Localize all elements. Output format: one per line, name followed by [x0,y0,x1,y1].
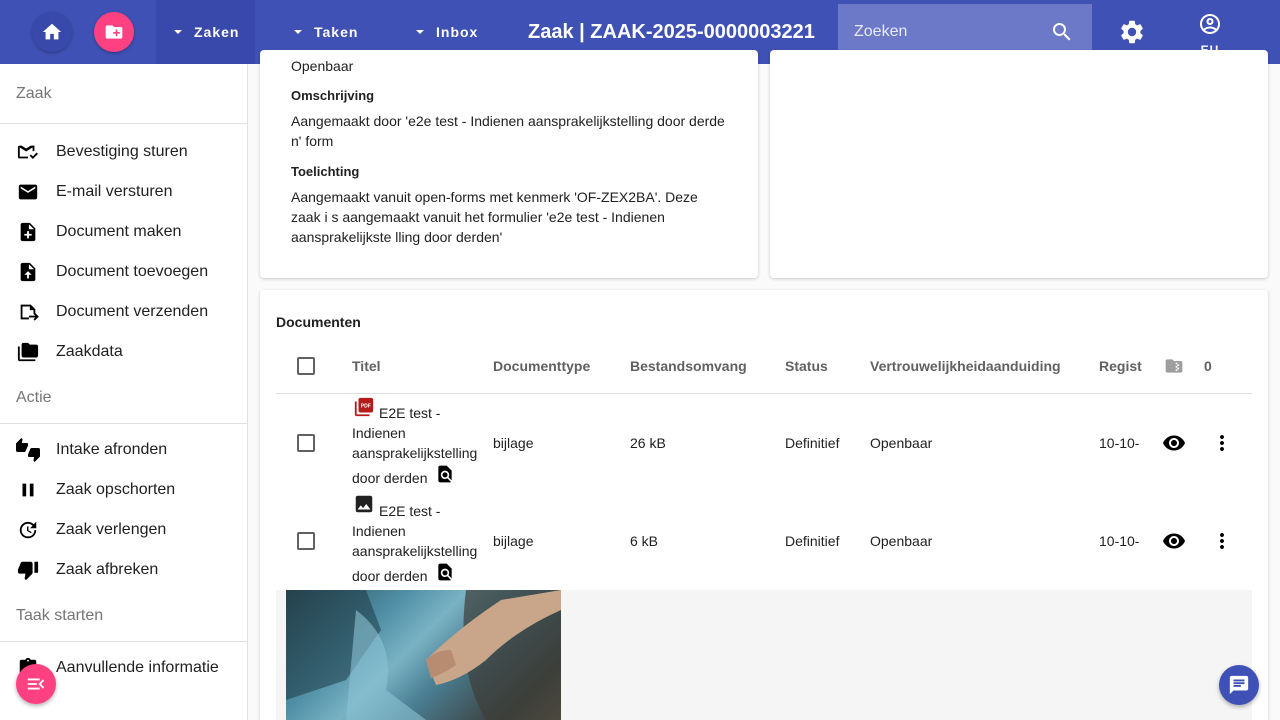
document-title[interactable]: E2E test - Indienen aansprakelijkstellin… [352,501,487,586]
folder-plus-icon [105,25,123,39]
more-vert-icon[interactable] [1210,431,1234,455]
documents-card: Documenten Titel Documenttype Bestandsom… [260,290,1268,720]
column-header-documenttype[interactable]: Documenttype [493,358,590,374]
search-input[interactable] [854,22,1034,41]
document-title-text: E2E test - Indienen aansprakelijkstellin… [352,405,478,486]
upload-file-icon [20,262,36,282]
document-send-icon [20,304,39,321]
document-confidentiality: Openbaar [870,435,933,451]
find-in-page-icon[interactable] [435,561,455,583]
column-header-registratiedatum[interactable]: Regist [1099,358,1142,374]
document-preview-area [276,590,1252,720]
email-icon [18,184,38,200]
caret-down-icon [416,30,424,34]
eye-icon[interactable] [1162,431,1186,455]
case-details-card-right [770,50,1268,278]
menu-zaken[interactable]: Zaken [156,0,255,64]
eye-icon[interactable] [1162,529,1186,553]
document-preview-image[interactable] [286,590,561,720]
notes-button[interactable] [1219,665,1259,705]
sidebar-item-zaak-verlengen[interactable]: Zaak verlengen [0,510,247,550]
sidebar-item-document-verzenden[interactable]: Document verzenden [0,292,247,332]
thumbs-up-down-icon [16,438,40,462]
omschrijving-label: Omschrijving [291,88,375,103]
sidebar-section-actie: Actie [0,372,247,424]
find-in-page-icon[interactable] [435,463,455,485]
document-date: 10-10- [1099,533,1140,549]
menu-taken-label: Taken [314,24,359,40]
folder-zip-icon[interactable] [1163,356,1185,376]
car-damage-photo [286,590,561,720]
document-title-text: E2E test - Indienen aansprakelijkstellin… [352,503,478,584]
note-add-icon [20,222,36,242]
caret-down-icon [174,30,182,34]
sidebar-item-label: Bevestiging sturen [56,143,188,160]
create-case-button[interactable] [94,12,134,52]
sidebar-item-bevestiging-sturen[interactable]: Bevestiging sturen [0,132,247,172]
toelichting-value: Aangemaakt vanuit open-forms met kenmerk… [291,189,698,245]
selected-count: 0 [1204,358,1212,374]
update-icon [19,521,37,539]
column-header-titel[interactable]: Titel [352,358,381,374]
menu-inbox-label: Inbox [436,24,479,40]
column-header-bestandsomvang[interactable]: Bestandsomvang [630,358,747,374]
sidebar-section-taak-starten: Taak starten [0,590,247,642]
omschrijving-value: Aangemaakt door 'e2e test - Indienen aan… [291,113,725,149]
column-header-vertrouwelijkheid[interactable]: Vertrouwelijkheidaanduiding [870,358,1061,374]
toggle-sidebar-button[interactable] [16,664,56,704]
documents-title: Documenten [276,314,361,330]
sidebar-item-label: Document maken [56,223,182,240]
sidebar-item-document-toevoegen[interactable]: Document toevoegen [0,252,247,292]
row-checkbox[interactable] [297,434,315,452]
account-circle-icon [1200,14,1220,34]
menu-zaken-label: Zaken [194,24,240,40]
more-vert-icon[interactable] [1210,529,1234,553]
thumb-down-icon [17,561,39,581]
sidebar-item-zaak-afbreken[interactable]: Zaak afbreken [0,550,247,590]
sidebar-item-intake-afronden[interactable]: Intake afronden [0,430,247,470]
sidebar-item-label: Document verzenden [56,303,209,320]
sidebar-item-email-versturen[interactable]: E-mail versturen [0,172,247,212]
case-details-card: Openbaar Omschrijving Aangemaakt door 'e… [260,50,758,278]
sidebar-item-document-maken[interactable]: Document maken [0,212,247,252]
search-icon[interactable] [1050,20,1074,44]
document-status: Definitief [785,435,840,451]
table-header-divider [276,393,1252,394]
home-icon [42,23,62,40]
mark-email-read-icon [17,145,38,159]
sidebar-item-label: Document toevoegen [56,263,209,280]
sidebar-item-label: Zaak verlengen [56,521,167,538]
menu-open-icon [27,678,45,690]
sidebar-item-label: Intake afronden [56,441,168,458]
document-size: 6 kB [630,533,659,549]
vertrouwelijkheid-value: Openbaar [291,58,354,74]
chat-note-icon [1229,675,1249,695]
column-header-status[interactable]: Status [785,358,828,374]
sidebar-section-zaak: Zaak [0,64,247,124]
sidebar-item-label: Zaak opschorten [56,481,176,498]
document-type: bijlage [493,435,534,451]
sidebar-item-zaak-opschorten[interactable]: Zaak opschorten [0,470,247,510]
sidebar-item-label: Zaak afbreken [56,561,159,578]
document-size: 26 kB [630,435,666,451]
folder-copy-icon [17,342,39,362]
document-type: bijlage [493,533,534,549]
toelichting-label: Toelichting [291,164,360,179]
sidebar-item-label: E-mail versturen [56,183,173,200]
pause-icon [22,483,34,497]
sidebar-item-zaakdata[interactable]: Zaakdata [0,332,247,372]
document-confidentiality: Openbaar [870,533,933,549]
document-date: 10-10- [1099,435,1140,451]
sidebar: Zaak Bevestiging sturen E-mail versturen… [0,64,248,720]
sidebar-item-label: Zaakdata [56,343,123,360]
caret-down-icon [294,30,302,34]
home-button[interactable] [32,12,72,52]
row-checkbox[interactable] [297,532,315,550]
document-status: Definitief [785,533,840,549]
document-title[interactable]: E2E test - Indienen aansprakelijkstellin… [352,403,487,488]
sidebar-item-label: Aanvullende informatie [56,659,219,676]
select-all-checkbox[interactable] [297,357,315,375]
gear-icon[interactable] [1118,18,1146,46]
